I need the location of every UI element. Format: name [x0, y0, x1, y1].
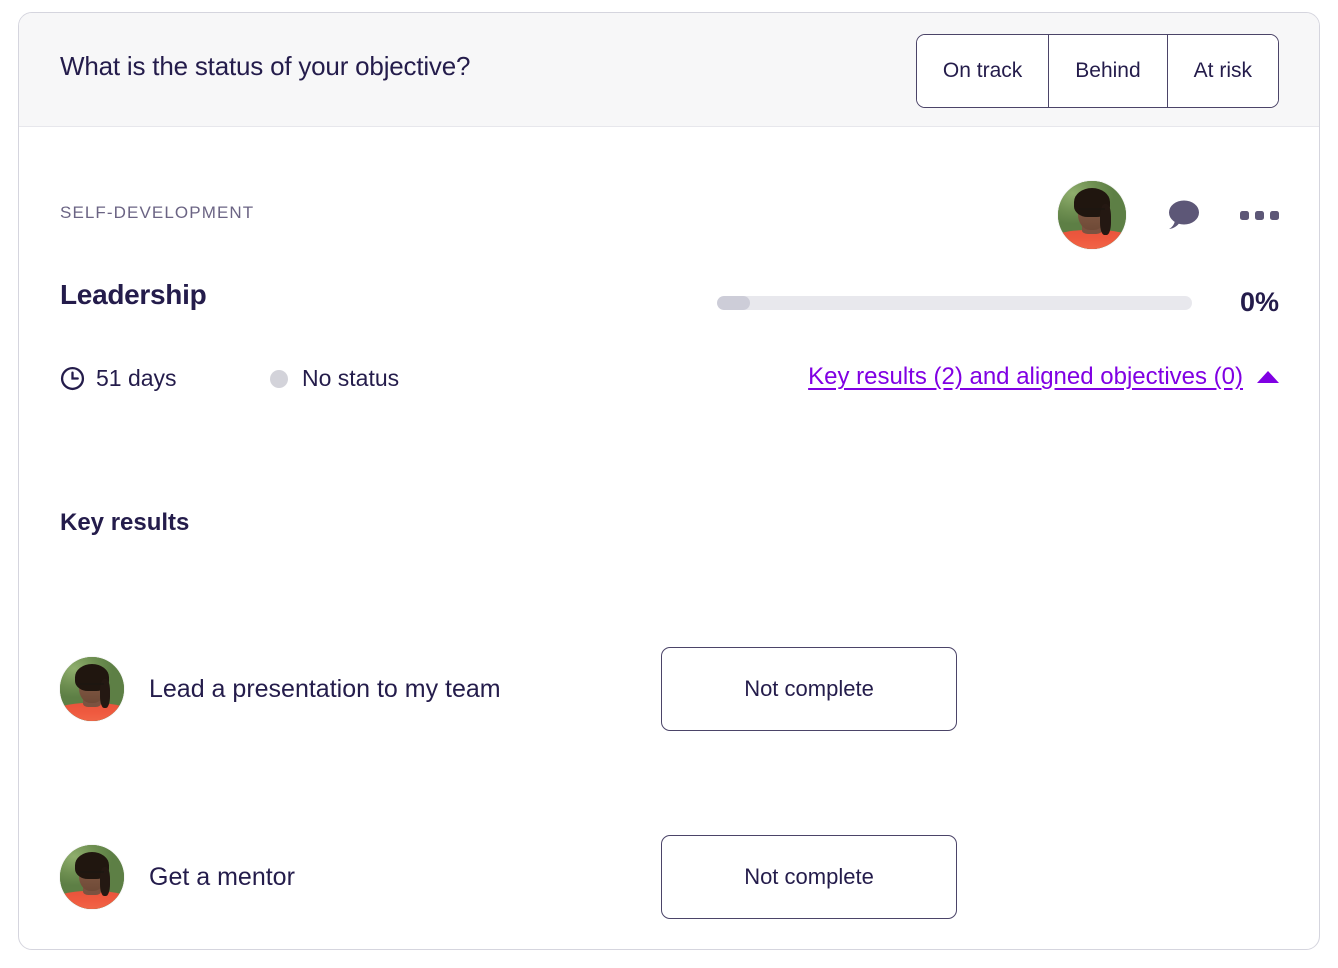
key-result-status-button[interactable]: Not complete — [661, 835, 957, 919]
due-days-label: 51 days — [96, 365, 177, 391]
comment-button[interactable] — [1164, 198, 1202, 232]
objective-category: Self-development — [60, 203, 255, 222]
objective-progress: 0% — [717, 287, 1279, 318]
objective-card: What is the status of your objective? On… — [18, 12, 1320, 950]
objective-meta-row: Self-development — [60, 181, 1279, 249]
more-options-icon — [1240, 210, 1279, 220]
status-label: No status — [302, 365, 400, 391]
status-dot-icon — [270, 369, 288, 388]
objective-status: No status — [270, 365, 399, 392]
progress-fill — [717, 295, 751, 310]
key-result-owner-avatar[interactable] — [60, 657, 124, 721]
avatar-glasses — [79, 870, 105, 878]
comment-bubble-icon — [1169, 200, 1199, 229]
key-results-list: Lead a presentation to my team Not compl… — [60, 595, 1279, 949]
status-option-at-risk[interactable]: At risk — [1166, 35, 1278, 107]
status-option-on-track[interactable]: On track — [916, 35, 1049, 107]
key-result-title: Get a mentor — [149, 862, 295, 891]
avatar-glasses — [79, 682, 105, 690]
objective-title-row: Leadership 0% — [60, 279, 1279, 325]
clock-icon — [60, 366, 85, 391]
objective-title: Leadership — [60, 279, 207, 310]
more-options-button[interactable] — [1240, 210, 1279, 220]
objective-sub-row: 51 days No status Key results (2) and al… — [60, 363, 1279, 399]
key-result-status-button[interactable]: Not complete — [661, 647, 957, 731]
objective-actions — [1058, 181, 1279, 249]
caret-up-icon — [1257, 371, 1279, 383]
status-prompt-header: What is the status of your objective? On… — [19, 13, 1319, 127]
status-button-group: On track Behind At risk — [915, 34, 1279, 108]
key-result-row: Get a mentor Not complete — [60, 783, 1279, 949]
avatar-glasses — [1079, 208, 1105, 215]
owner-avatar[interactable] — [1058, 181, 1126, 249]
page-title: What is the status of your objective? — [60, 51, 471, 81]
key-results-heading: Key results — [60, 509, 190, 536]
expand-key-results-label: Key results (2) and aligned objectives (… — [808, 363, 1243, 390]
status-option-behind[interactable]: Behind — [1048, 35, 1167, 107]
progress-percent: 0% — [1239, 287, 1279, 317]
key-result-title: Lead a presentation to my team — [149, 674, 501, 703]
due-days: 51 days — [60, 365, 177, 392]
key-result-row: Lead a presentation to my team Not compl… — [60, 595, 1279, 783]
progress-track[interactable] — [717, 295, 1192, 310]
expand-key-results-link[interactable]: Key results (2) and aligned objectives (… — [808, 363, 1279, 391]
key-result-owner-avatar[interactable] — [60, 845, 124, 909]
